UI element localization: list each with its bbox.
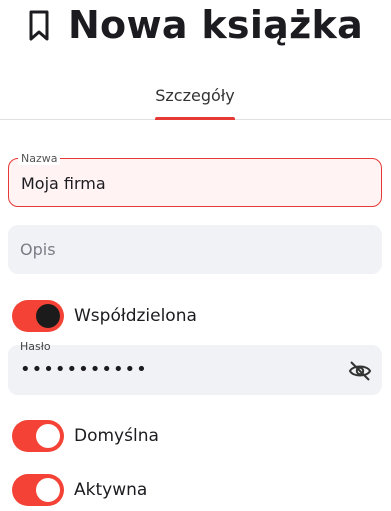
tab-details[interactable]: Szczegóły (147, 78, 243, 120)
name-field[interactable]: Nazwa Moja firma (8, 152, 382, 207)
tab-bar: Szczegóły (0, 78, 391, 120)
active-label: Aktywna (74, 480, 148, 500)
default-label: Domyślna (74, 426, 159, 446)
tab-details-label: Szczegóły (155, 86, 235, 105)
page-header: Nowa książka (0, 0, 391, 52)
password-field-label: Hasło (20, 340, 51, 353)
switch-knob (36, 304, 60, 328)
bookmark-icon (28, 9, 50, 43)
description-field[interactable]: Opis (8, 225, 382, 274)
tab-active-indicator (155, 117, 235, 120)
active-switch[interactable] (12, 474, 64, 506)
default-switch[interactable] (12, 420, 64, 452)
page-title: Nowa książka (67, 3, 364, 47)
default-toggle-row: Domyślna (12, 418, 159, 454)
password-field-value: ••••••••••• (20, 359, 148, 380)
switch-knob (36, 424, 60, 448)
active-toggle-row: Aktywna (12, 472, 147, 508)
shared-label: Współdzielona (74, 306, 197, 326)
description-placeholder: Opis (20, 240, 56, 259)
name-field-label: Nazwa (18, 152, 61, 165)
password-field[interactable]: Hasło ••••••••••• (8, 340, 382, 395)
shared-switch[interactable] (12, 300, 64, 332)
name-field-value: Moja firma (21, 174, 106, 193)
shared-toggle-row: Współdzielona (12, 298, 197, 334)
eye-off-icon[interactable] (348, 359, 372, 383)
switch-knob (36, 478, 60, 502)
